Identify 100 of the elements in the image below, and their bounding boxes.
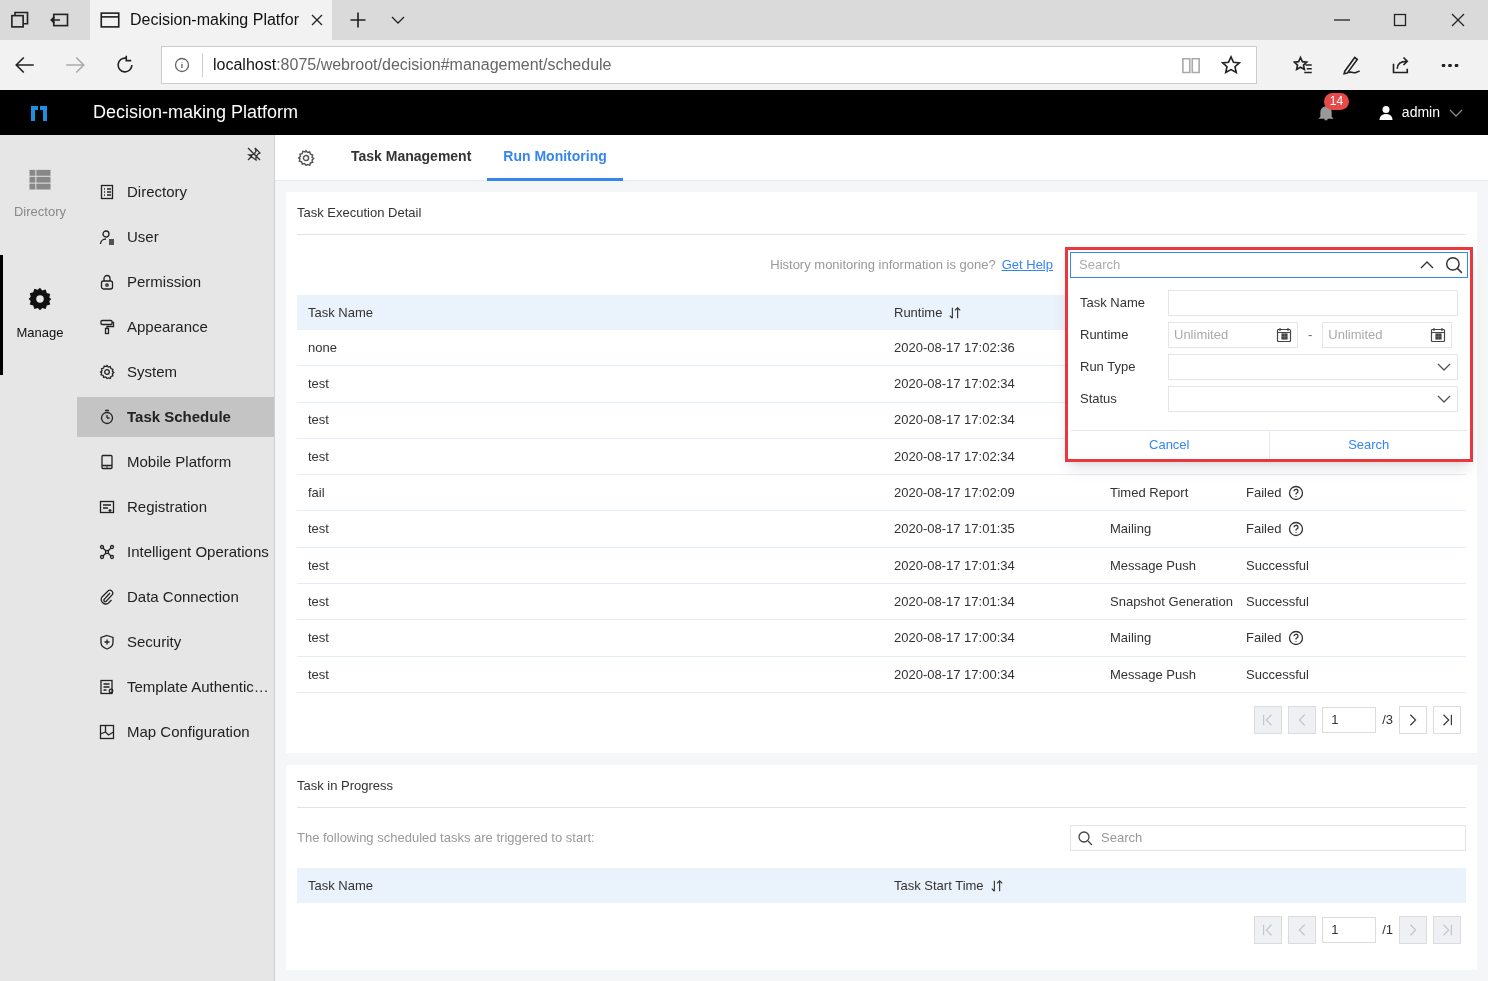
tab-title: Decision-making Platfor: [130, 10, 299, 30]
more-icon: [1441, 63, 1459, 67]
sidebar-item[interactable]: System: [77, 352, 274, 392]
table-cell-text: 2020-08-17 17:02:09: [894, 484, 1016, 503]
table-cell-text: fail: [308, 484, 326, 503]
maximize-icon: [1392, 12, 1408, 28]
favorites-icon: [1293, 55, 1313, 75]
sidebar-item[interactable]: Permission: [77, 262, 274, 302]
sidebar-item[interactable]: Template Authentic…: [77, 667, 274, 707]
address-field[interactable]: localhost:8075/webroot/decision#management/schedule: [161, 46, 1257, 84]
field-label: Status: [1080, 390, 1118, 409]
page-total: /3: [1382, 711, 1393, 730]
table-cell-text: test: [308, 447, 330, 466]
sidebar-item[interactable]: User: [77, 217, 274, 257]
card-title: Task in Progress: [297, 777, 394, 796]
new-tab-icon: [348, 10, 368, 30]
table-cell-text: 2020-08-17 17:02:34: [894, 447, 1016, 466]
table-cell-text: 2020-08-17 17:02:34: [894, 411, 1016, 430]
table-cell-text: Successful: [1246, 665, 1309, 684]
close-icon: [1450, 12, 1466, 28]
tabs-icon: [10, 10, 30, 30]
table-cell-text: Message Push: [1110, 665, 1197, 684]
page-input[interactable]: 1: [1322, 706, 1377, 733]
calendar-icon: [1276, 327, 1292, 343]
column-header: Task Name: [308, 303, 375, 322]
table-cell-text: test: [308, 592, 330, 611]
sidebar-item[interactable]: Security: [77, 622, 274, 662]
cancel-button[interactable]: Cancel: [1070, 431, 1270, 459]
range-separator: -: [1308, 326, 1313, 345]
settings-icon: [99, 364, 115, 380]
map-icon: [99, 724, 115, 740]
table-cell-text: Failed: [1246, 520, 1282, 539]
tab[interactable]: Run Monitoring: [487, 134, 623, 181]
sidebar-item[interactable]: Directory: [77, 172, 274, 212]
sidebar-item[interactable]: Map Configuration: [77, 712, 274, 752]
refresh-icon: [115, 55, 135, 75]
page-input[interactable]: 1: [1322, 917, 1377, 943]
last-page-button[interactable]: [1433, 705, 1461, 734]
table-cell-text: Successful: [1246, 556, 1309, 575]
bell-icon: [1317, 104, 1334, 121]
stopwatch-icon: [99, 409, 115, 425]
share-icon: [1391, 55, 1411, 75]
last-page-icon: [1440, 712, 1454, 727]
table-cell-text: test: [308, 556, 330, 575]
form-icon: [99, 499, 115, 515]
user-icon: [99, 229, 115, 245]
next-page-button[interactable]: [1399, 705, 1427, 734]
table-cell-text: Successful: [1246, 592, 1309, 611]
table-cell-text: test: [308, 665, 330, 684]
sidebar-item[interactable]: Registration: [77, 487, 274, 527]
sidebar-item[interactable]: Appearance: [77, 307, 274, 347]
help-icon: [1288, 484, 1305, 501]
lock-icon: [99, 274, 115, 290]
tab[interactable]: Task Management: [335, 134, 488, 181]
paperclip-icon: [99, 589, 115, 605]
list-icon: [29, 168, 51, 191]
table-cell-text: Mailing: [1110, 629, 1153, 648]
forward-icon: [65, 55, 85, 75]
help-icon: [1288, 630, 1305, 646]
table-cell-text: test: [308, 629, 330, 648]
card-title: Task Execution Detail: [297, 204, 422, 223]
sidebar-item[interactable]: Task Schedule: [77, 397, 274, 437]
dropdown[interactable]: [1168, 386, 1458, 412]
help-text: History monitoring information is gone?: [770, 256, 996, 275]
network-icon: [99, 544, 115, 560]
table-cell-text: 2020-08-17 17:01:35: [894, 520, 1016, 539]
table-cell-text: Mailing: [1110, 520, 1153, 539]
table-cell-text: 2020-08-17 17:02:36: [894, 338, 1016, 357]
browser-tab[interactable]: Decision-making Platfor: [90, 0, 332, 40]
table-cell-text: Snapshot Generation: [1110, 592, 1234, 611]
search-button[interactable]: Search: [1269, 431, 1468, 459]
sidebar-item[interactable]: Intelligent Operations: [77, 532, 274, 572]
get-help-link[interactable]: Get Help: [1001, 255, 1053, 275]
sidebar-item[interactable]: Mobile Platform: [77, 442, 274, 482]
sidebar-item[interactable]: Data Connection: [77, 577, 274, 617]
input-field[interactable]: [1168, 290, 1458, 316]
info-icon: [174, 57, 190, 73]
user-menu[interactable]: admin: [1401, 102, 1464, 123]
calendar-icon: [1430, 327, 1447, 343]
minimize-icon: [1334, 19, 1350, 21]
page-icon: [100, 10, 120, 30]
page-total: /1: [1382, 921, 1393, 940]
field-label: Run Type: [1080, 358, 1137, 377]
back-icon: [15, 55, 35, 75]
table-cell-text: test: [308, 520, 330, 539]
table-cell-text: 2020-08-17 17:01:34: [894, 556, 1016, 575]
field-label: Runtime: [1080, 326, 1130, 345]
search-icon: [1077, 830, 1093, 846]
field-label: Task Name: [1080, 294, 1147, 313]
dropdown[interactable]: [1168, 354, 1458, 380]
app-title: Decision-making Platform: [93, 101, 299, 124]
table-cell-text: none: [308, 338, 338, 357]
settings-icon: [297, 148, 315, 167]
document-icon: [99, 679, 115, 695]
list-icon: [99, 184, 115, 200]
url-text: localhost:8075/webroot/decision#management/schedule: [213, 55, 612, 75]
table-cell-text: 2020-08-17 17:00:34: [894, 665, 1016, 684]
table-cell-text: 2020-08-17 17:01:34: [894, 592, 1016, 611]
paint-roller-icon: [99, 319, 115, 335]
table-cell-text: 2020-08-17 17:02:34: [894, 375, 1016, 394]
